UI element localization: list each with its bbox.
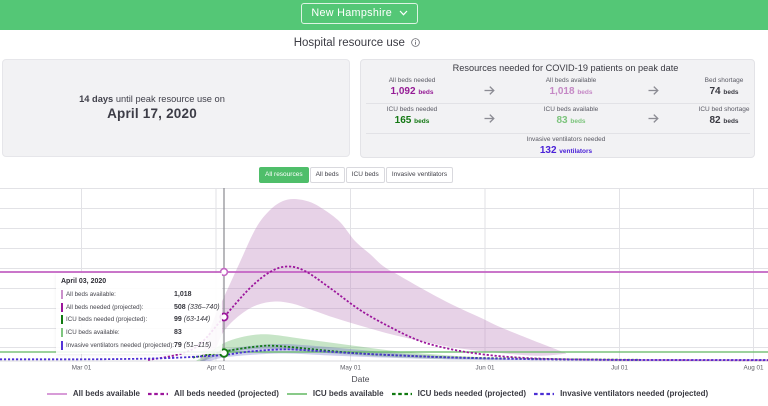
svg-text:Date: Date bbox=[352, 374, 370, 384]
svg-text:May 01: May 01 bbox=[340, 365, 361, 372]
svg-text:Apr 01: Apr 01 bbox=[207, 365, 226, 372]
svg-text:Jun 01: Jun 01 bbox=[476, 365, 495, 372]
svg-text:Mar 01: Mar 01 bbox=[72, 365, 92, 372]
svg-text:Jul 01: Jul 01 bbox=[611, 365, 628, 372]
svg-text:Aug 01: Aug 01 bbox=[744, 365, 764, 372]
